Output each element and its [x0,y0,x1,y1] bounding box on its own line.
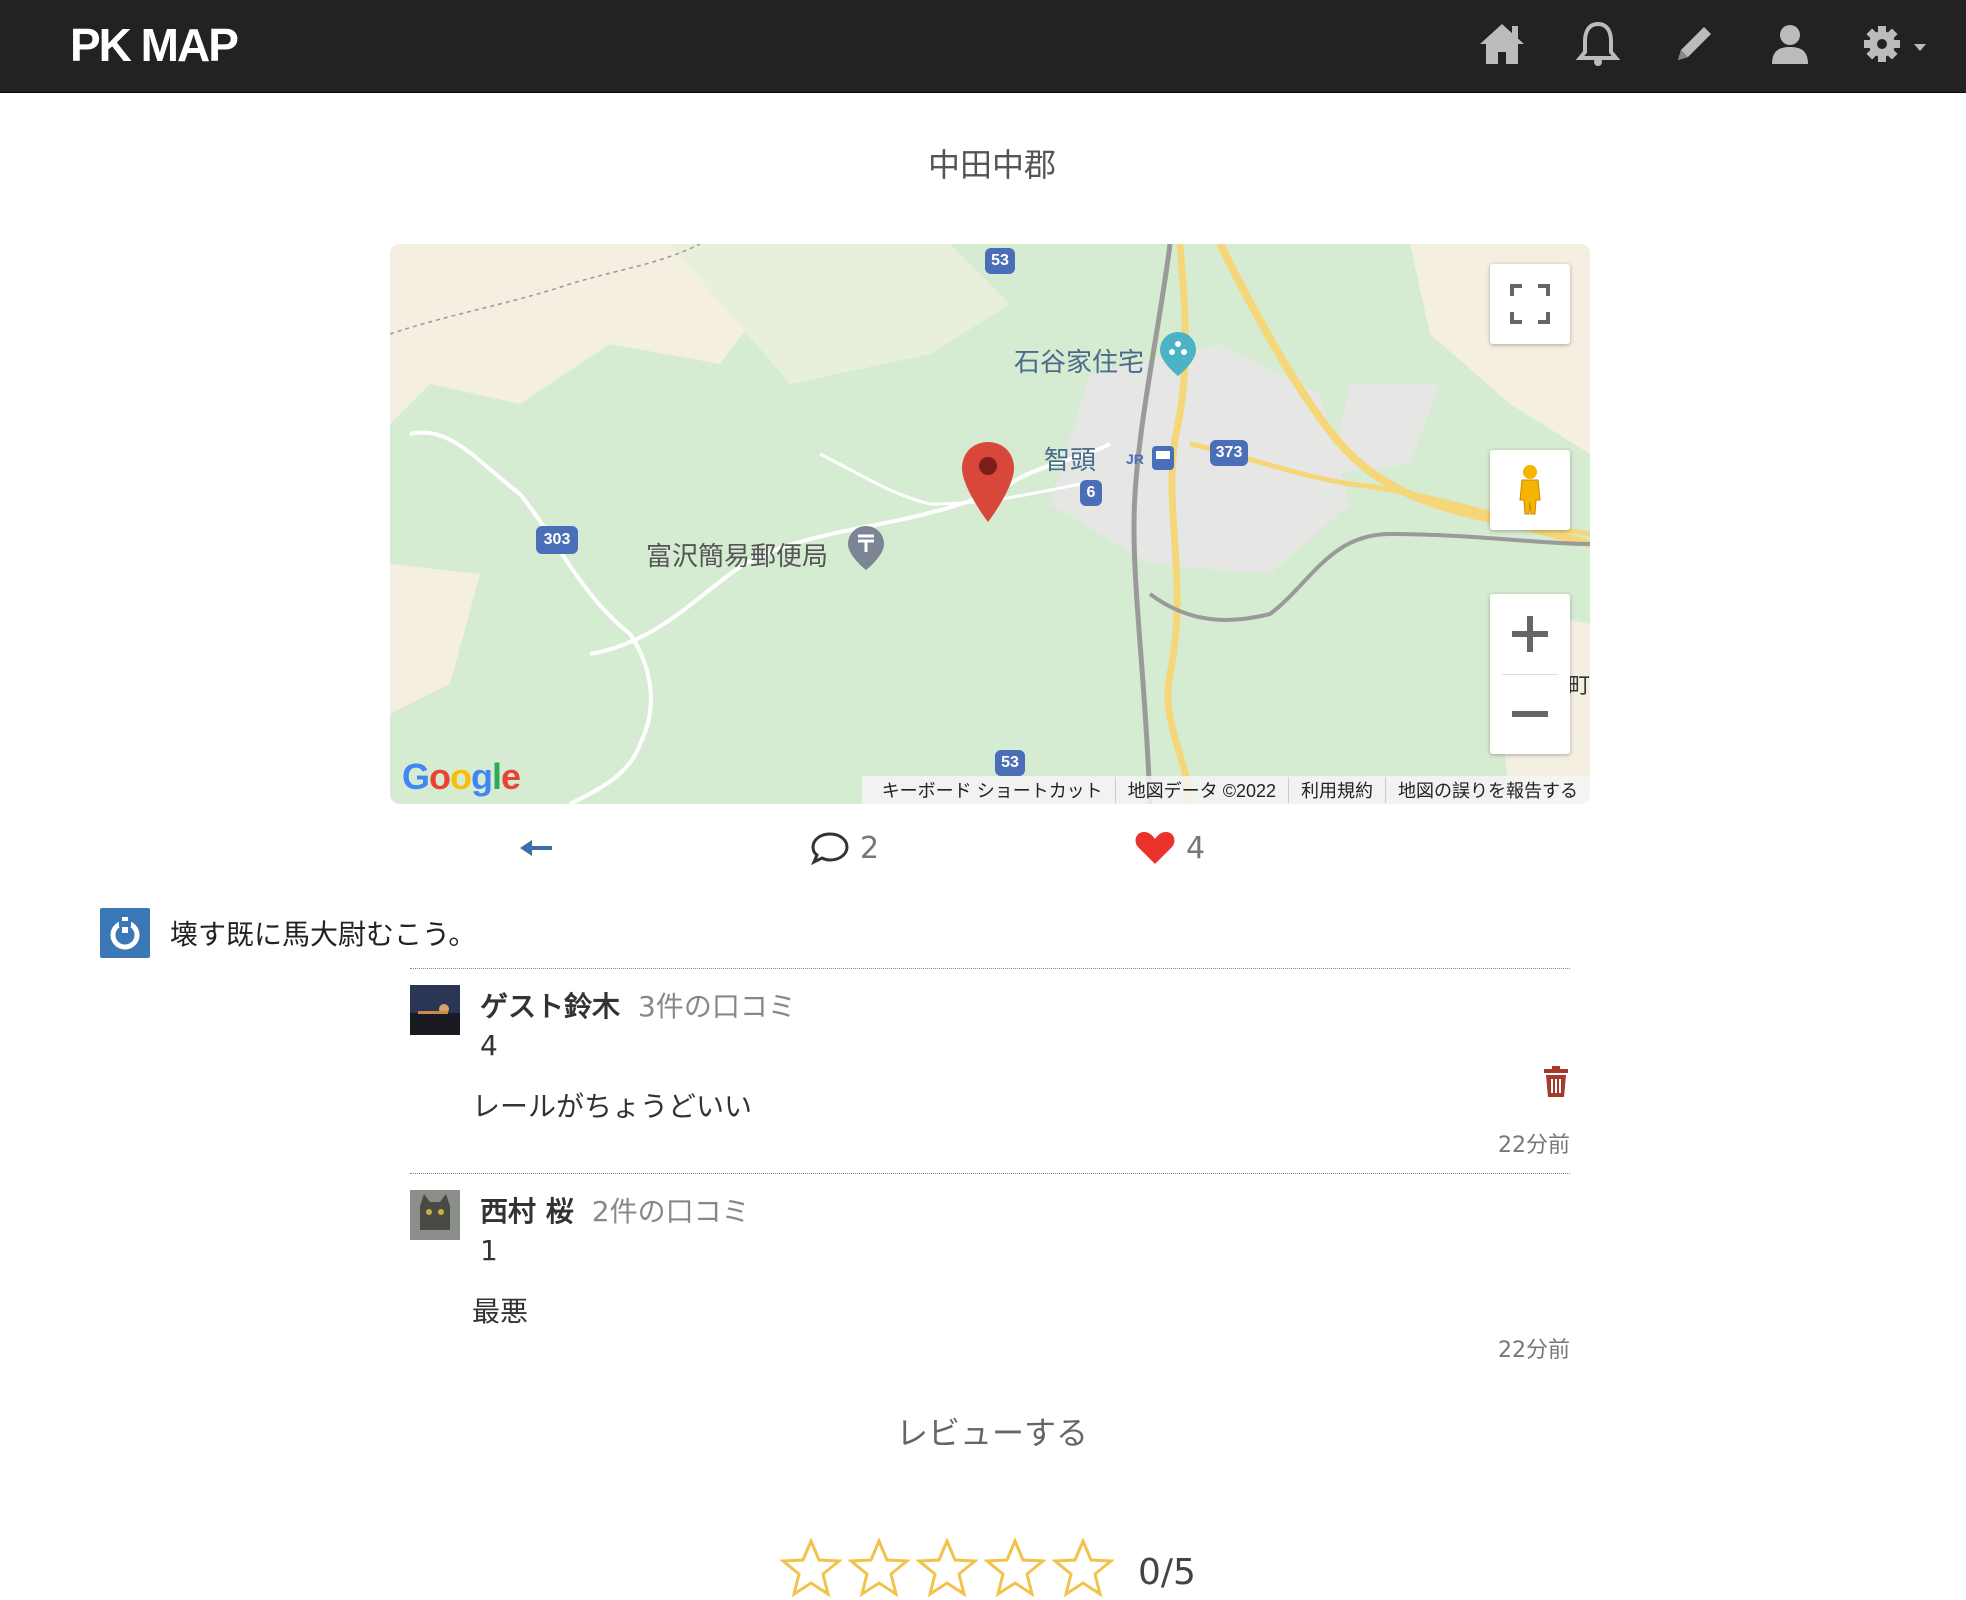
poi-pin-icon[interactable] [1158,330,1198,378]
zoom-in-button[interactable] [1490,594,1570,674]
brand-logo[interactable]: PK MAP [70,18,239,72]
route-373-shield: 373 [1210,440,1248,466]
navbar: PK MAP [0,0,1966,93]
reviewer-name[interactable]: ゲスト鈴木 3件の口コミ [480,985,796,1025]
heart-icon [1135,832,1175,864]
chevron-down-icon [1914,44,1926,51]
review-heading: レビューする [895,1414,1088,1452]
map-edge-label: 町 [1568,674,1590,699]
route-53-shield: 53 [985,248,1015,274]
route-303-shield: 303 [536,526,578,554]
rating-score: 0/5 [1138,1552,1196,1593]
description-text: 壊す既に馬大尉むこう。 [170,918,477,951]
reviewer-review-count: 2件の口コミ [591,1195,750,1228]
home-icon[interactable] [1472,14,1532,74]
street-view-pegman-icon[interactable] [1490,450,1570,530]
pencil-icon[interactable] [1664,14,1724,74]
comment-icon [811,832,849,866]
comments-button[interactable]: 2 [810,820,879,876]
poi-label-ishitani: 石谷家住宅 [1014,348,1145,378]
poi-label-chizu: 智頭 [1044,446,1097,476]
like-button[interactable]: 4 [1134,820,1205,876]
star-rating-input: 0/5 [780,1538,1196,1600]
star-3-icon[interactable] [916,1538,978,1600]
route-53-shield: 53 [995,750,1025,776]
like-count: 4 [1186,830,1206,866]
fullscreen-button[interactable] [1490,264,1570,344]
user-icon[interactable] [1760,14,1820,74]
review-item: 西村 桜 2件の口コミ 1 最悪 22分前 [410,1173,1570,1374]
svg-text:JR: JR [1126,451,1144,467]
map-attribution: キーボード ショートカット 地図データ ©2022 利用規約 地図の誤りを報告す… [861,776,1590,804]
route-6-shield: 6 [1080,480,1102,506]
star-4-icon[interactable] [984,1538,1046,1600]
avatar[interactable] [100,908,150,958]
location-marker-icon[interactable] [960,440,1016,524]
zoom-out-button[interactable] [1490,674,1570,754]
star-1-icon[interactable] [780,1538,842,1600]
review-comment: 最悪 [472,1295,529,1328]
report-error-link[interactable]: 地図の誤りを報告する [1386,777,1590,803]
star-5-icon[interactable] [1052,1538,1114,1600]
reviewer-review-count: 3件の口コミ [638,990,796,1023]
poi-label-tomisawa: 富沢簡易郵便局 [646,542,829,572]
terms-link[interactable]: 利用規約 [1289,777,1386,803]
power-icon [110,917,140,950]
review-rating: 1 [480,1234,498,1267]
map[interactable]: 53 53 373 303 6 石谷家住宅 智頭 JR 富沢簡易郵便局 町 Go… [390,244,1590,804]
google-logo[interactable]: Google [402,756,521,798]
reviewer-avatar[interactable] [410,985,460,1035]
gear-icon[interactable] [1856,14,1936,74]
reviewer-name[interactable]: 西村 桜 2件の口コミ [480,1190,750,1230]
train-station-icon[interactable]: JR [1126,444,1178,472]
review-timestamp: 22分前 [1498,1338,1570,1363]
back-button[interactable] [518,820,554,876]
post-office-icon[interactable] [846,524,886,572]
review-comment: レールがちょうどいい [472,1090,753,1123]
keyboard-shortcuts-link[interactable]: キーボード ショートカット [870,777,1116,803]
review-item: ゲスト鈴木 3件の口コミ 4 レールがちょうどいい 22分前 [410,968,1570,1169]
review-timestamp: 22分前 [1498,1133,1570,1158]
comment-count: 2 [860,830,880,866]
reviewer-avatar[interactable] [410,1190,460,1240]
map-data-label: 地図データ ©2022 [1116,777,1289,803]
page-title: 中田中郡 [927,146,1056,184]
bell-icon[interactable] [1568,14,1628,74]
description-row: 壊す既に馬大尉むこう。 [100,908,476,958]
zoom-controls [1490,594,1570,754]
star-2-icon[interactable] [848,1538,910,1600]
trash-icon[interactable] [1542,1065,1570,1099]
arrow-left-icon [520,840,552,856]
review-rating: 4 [480,1029,498,1062]
